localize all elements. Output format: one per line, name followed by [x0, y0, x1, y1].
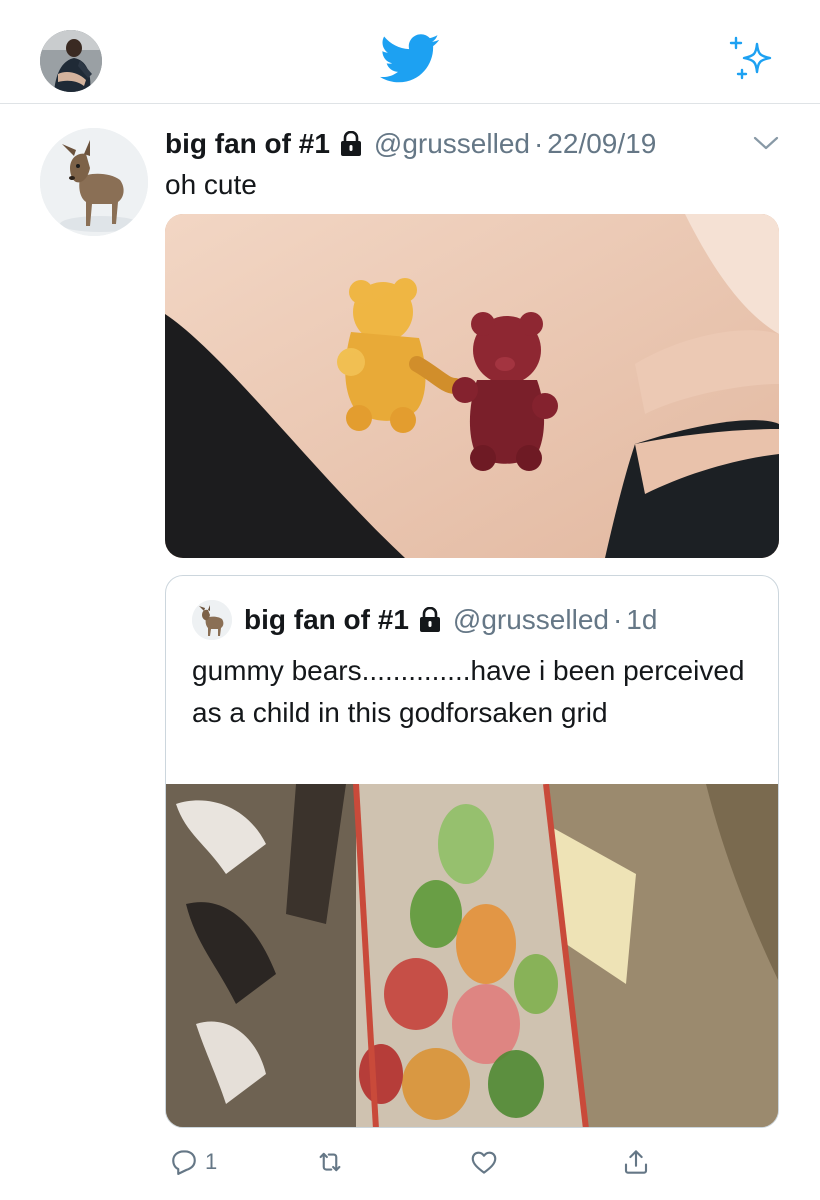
quoted-tweet-card[interactable]: big fan of #1 @grusselled · 1d gummy bea… — [165, 575, 779, 1128]
share-icon — [624, 1150, 648, 1174]
quoted-author-display-name: big fan of #1 — [244, 604, 409, 635]
twitter-bird-icon[interactable] — [380, 34, 440, 84]
gummy-bear-bag-photo — [166, 784, 778, 1127]
separator-dot: · — [612, 604, 623, 635]
deer-photo — [40, 128, 148, 236]
gummy-bears-in-hand-photo — [165, 214, 779, 558]
tweet-text: oh cute — [165, 169, 257, 200]
author-display-name[interactable]: big fan of #1 — [165, 128, 330, 160]
lock-icon — [419, 607, 440, 632]
retweet-icon — [319, 1152, 341, 1172]
tweet-action-bar: 1 — [165, 1140, 779, 1184]
quoted-tweet-timestamp: 1d — [626, 604, 658, 635]
profile-avatar[interactable] — [40, 30, 102, 92]
tweet-author-avatar[interactable] — [40, 128, 148, 236]
chevron-down-icon[interactable] — [752, 134, 780, 152]
tweet-timestamp[interactable]: 22/09/19 — [547, 128, 656, 160]
heart-icon — [471, 1151, 497, 1174]
top-navigation-bar — [0, 0, 820, 104]
lock-icon — [340, 131, 361, 156]
quoted-tweet-header: big fan of #1 @grusselled · 1d — [244, 602, 657, 638]
author-handle[interactable]: @grusselled — [374, 128, 530, 160]
reply-button[interactable]: 1 — [169, 1146, 217, 1178]
reply-icon — [172, 1150, 196, 1175]
quoted-tweet-photo[interactable] — [166, 784, 778, 1127]
share-button[interactable] — [621, 1146, 651, 1178]
separator-dot: · — [533, 128, 544, 159]
profile-photo — [40, 30, 102, 92]
quoted-tweet-text: gummy bears..............have i been per… — [192, 655, 745, 728]
quoted-author-avatar[interactable] — [192, 600, 232, 640]
quoted-author-handle: @grusselled — [452, 604, 609, 635]
retweet-button[interactable] — [315, 1146, 345, 1178]
tweet-header: big fan of #1 @grusselled · 22/09/19 — [165, 126, 656, 162]
deer-photo-small — [192, 600, 232, 640]
tweet-photo[interactable] — [165, 214, 779, 558]
sparkle-icon[interactable] — [726, 36, 776, 82]
like-button[interactable] — [469, 1146, 499, 1178]
reply-count: 1 — [205, 1149, 218, 1174]
